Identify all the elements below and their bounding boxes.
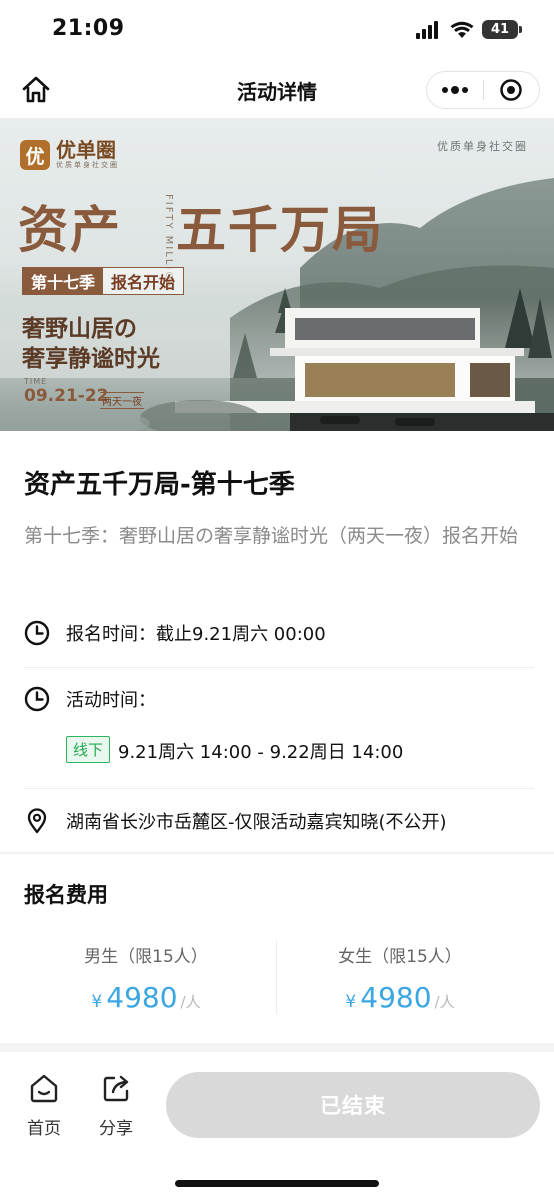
banner-slogan: 奢野山居の 奢享静谧时光 bbox=[22, 314, 160, 374]
share-icon bbox=[103, 1075, 129, 1102]
fee-currency: ¥ bbox=[345, 992, 357, 1012]
signup-start-label: 报名开始 bbox=[103, 268, 184, 294]
section-divider bbox=[0, 852, 554, 854]
brand-logo: 优 bbox=[20, 140, 50, 170]
ended-button[interactable]: 已结束 bbox=[166, 1072, 540, 1138]
activity-time-label: 活动时间： bbox=[66, 690, 156, 711]
fee-currency: ¥ bbox=[91, 992, 103, 1012]
fee-unit: /人 bbox=[434, 993, 455, 1011]
signal-icon bbox=[416, 20, 438, 39]
signup-time-row: 报名时间：截止9.21周六 00:00 bbox=[24, 620, 326, 646]
home-indicator bbox=[175, 1180, 379, 1187]
brand-name: 优单圈 bbox=[56, 138, 116, 162]
more-button[interactable] bbox=[427, 72, 483, 108]
mini-program-capsule bbox=[426, 71, 540, 109]
fee-label: 女生（限15人） bbox=[338, 947, 462, 967]
banner-time-label: TIME bbox=[24, 377, 48, 386]
brand: 优 优单圈 优质单身社交圈 bbox=[20, 140, 119, 170]
battery-icon: 41 bbox=[482, 20, 522, 39]
tab-home[interactable]: 首页 bbox=[14, 1072, 74, 1139]
fee-label: 男生（限15人） bbox=[84, 947, 208, 967]
location-pin-icon bbox=[27, 808, 47, 834]
tab-home-label: 首页 bbox=[27, 1119, 61, 1139]
brand-subtitle: 优质单身社交圈 bbox=[56, 161, 119, 169]
bottom-action-bar: 首页 分享 已结束 bbox=[0, 1052, 554, 1200]
tab-share-label: 分享 bbox=[99, 1119, 133, 1139]
close-button[interactable] bbox=[483, 72, 539, 108]
event-description: 第十七季：奢野山居の奢享静谧时光（两天一夜）报名开始 bbox=[24, 525, 519, 547]
season-label: 第十七季 bbox=[23, 268, 104, 294]
divider bbox=[24, 788, 534, 789]
activity-time-row: 活动时间： bbox=[24, 686, 156, 712]
offline-tag: 线下 bbox=[66, 736, 111, 763]
banner-time-date: 09.21-22 bbox=[24, 386, 109, 406]
event-banner: 优 优单圈 优质单身社交圈 优质单身社交圈 资产 FIFTY MILLION 五… bbox=[0, 118, 554, 431]
location-row[interactable]: 湖南省长沙市岳麓区-仅限活动嘉宾知晓(不公开) bbox=[24, 808, 447, 834]
fee-amount: 4980 bbox=[106, 981, 178, 1014]
fee-item-male: 男生（限15人） ¥ 4980 /人 bbox=[46, 942, 246, 1014]
home-icon bbox=[30, 1074, 58, 1103]
fee-item-female: 女生（限15人） ¥ 4980 /人 bbox=[300, 942, 500, 1014]
fee-price: ¥ 4980 /人 bbox=[300, 981, 500, 1014]
fee-heading: 报名费用 bbox=[24, 883, 108, 907]
season-badge: 第十七季 报名开始 bbox=[22, 267, 185, 295]
divider bbox=[24, 667, 534, 668]
activity-time-text: 9.21周六 14:00 - 9.22周日 14:00 bbox=[118, 742, 404, 763]
status-bar: 21:09 41 bbox=[0, 0, 554, 62]
location-text: 湖南省长沙市岳麓区-仅限活动嘉宾知晓(不公开) bbox=[66, 812, 447, 833]
tab-share[interactable]: 分享 bbox=[86, 1072, 146, 1139]
event-title: 资产五千万局-第十七季 bbox=[24, 470, 295, 500]
clock-icon bbox=[24, 686, 50, 712]
nav-bar: 活动详情 bbox=[0, 62, 554, 118]
wifi-icon bbox=[450, 21, 474, 38]
status-time: 21:09 bbox=[52, 16, 125, 41]
brand-tagline: 优质单身社交圈 bbox=[437, 140, 528, 153]
slogan-line2: 奢享静谧时光 bbox=[22, 345, 160, 372]
slogan-line1: 奢野山居の bbox=[22, 315, 137, 342]
fee-amount: 4980 bbox=[360, 981, 432, 1014]
signup-time-text: 报名时间：截止9.21周六 00:00 bbox=[66, 624, 326, 645]
brand-text: 优单圈 优质单身社交圈 bbox=[56, 140, 119, 170]
status-icons: 41 bbox=[416, 20, 522, 39]
fee-unit: /人 bbox=[180, 993, 201, 1011]
more-dots-icon bbox=[441, 86, 468, 94]
battery-level: 41 bbox=[490, 22, 510, 37]
fee-divider bbox=[276, 940, 277, 1014]
fee-price: ¥ 4980 /人 bbox=[46, 981, 246, 1014]
banner-title-part2: 五千万局 bbox=[176, 200, 384, 259]
clock-icon bbox=[24, 620, 50, 646]
target-close-icon bbox=[500, 79, 522, 101]
banner-title-part1: 资产 bbox=[18, 200, 122, 259]
banner-duration-badge: 两天一夜 bbox=[100, 392, 144, 409]
